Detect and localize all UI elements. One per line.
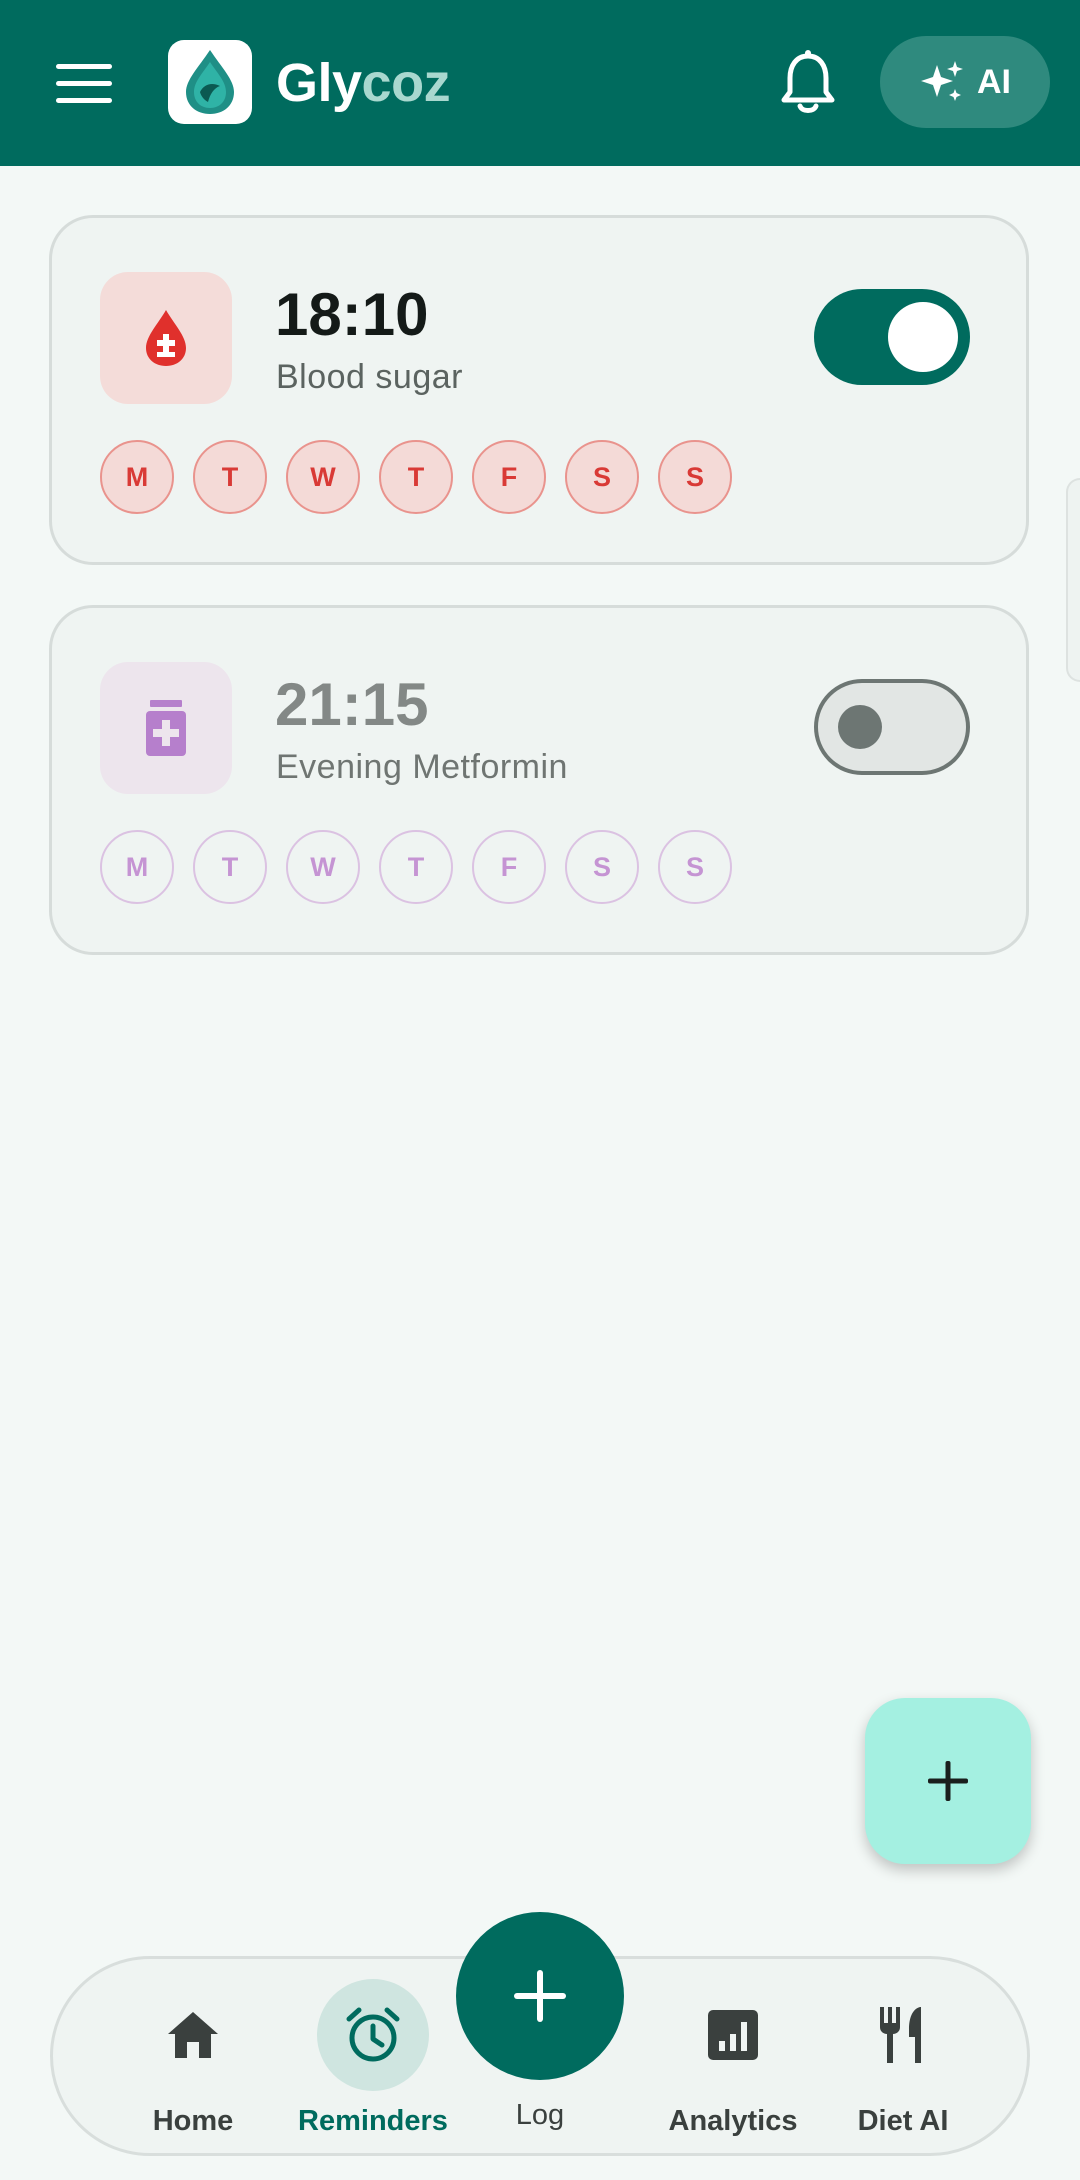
medicine-bottle-icon [146,700,186,756]
reminder-icon-box [100,272,232,404]
nav-log-label: Log [515,2099,565,2131]
sparkle-icon [921,61,963,101]
nav-analytics[interactable]: Analytics [653,1959,813,2159]
day-sunday[interactable]: S [658,830,732,904]
ai-assistant-button[interactable]: AI [880,36,1050,128]
reminder-card[interactable]: 21:15 Evening Metformin M T W T F S S [49,605,1029,955]
add-reminder-button[interactable] [865,1698,1031,1864]
reminder-label: Blood sugar [276,358,463,396]
reminder-icon-box [100,662,232,794]
ai-label: AI [977,62,1011,101]
day-tuesday[interactable]: T [193,440,267,514]
day-friday[interactable]: F [472,830,546,904]
analytics-icon [677,1979,789,2091]
app-logo [168,40,252,124]
day-monday[interactable]: M [100,830,174,904]
reminder-days: M T W T F S S [100,440,732,514]
reminder-toggle[interactable] [814,679,970,775]
reminder-label: Evening Metformin [276,748,568,786]
menu-icon[interactable] [56,62,112,104]
plus-icon [928,1761,968,1801]
day-sunday[interactable]: S [658,440,732,514]
day-thursday[interactable]: T [379,830,453,904]
nav-reminders[interactable]: Reminders [293,1959,453,2159]
day-tuesday[interactable]: T [193,830,267,904]
reminder-card[interactable]: 18:10 Blood sugar M T W T F S S [49,215,1029,565]
home-icon [137,1979,249,2091]
day-saturday[interactable]: S [565,830,639,904]
blood-drop-icon [146,310,186,366]
nav-analytics-label: Analytics [668,2105,798,2137]
day-thursday[interactable]: T [379,440,453,514]
plus-icon [514,1970,566,2022]
nav-diet-ai[interactable]: Diet AI [823,1959,983,2159]
day-saturday[interactable]: S [565,440,639,514]
day-wednesday[interactable]: W [286,830,360,904]
fork-knife-icon [847,1979,959,2091]
nav-log-button[interactable] [456,1912,624,2080]
nav-diet-ai-label: Diet AI [857,2105,949,2137]
reminder-time: 21:15 [275,671,429,738]
nav-home-label: Home [152,2105,234,2137]
day-friday[interactable]: F [472,440,546,514]
reminder-days: M T W T F S S [100,830,732,904]
day-monday[interactable]: M [100,440,174,514]
edge-panel-handle[interactable] [1066,478,1080,682]
notifications-bell-icon[interactable] [778,50,838,116]
reminder-time: 18:10 [275,281,429,348]
alarm-clock-icon [317,1979,429,2091]
nav-reminders-label: Reminders [298,2105,448,2137]
top-app-bar: Glycoz AI [0,0,1080,166]
app-title: Glycoz [276,53,451,113]
day-wednesday[interactable]: W [286,440,360,514]
nav-home[interactable]: Home [113,1959,273,2159]
reminder-toggle[interactable] [814,289,970,385]
